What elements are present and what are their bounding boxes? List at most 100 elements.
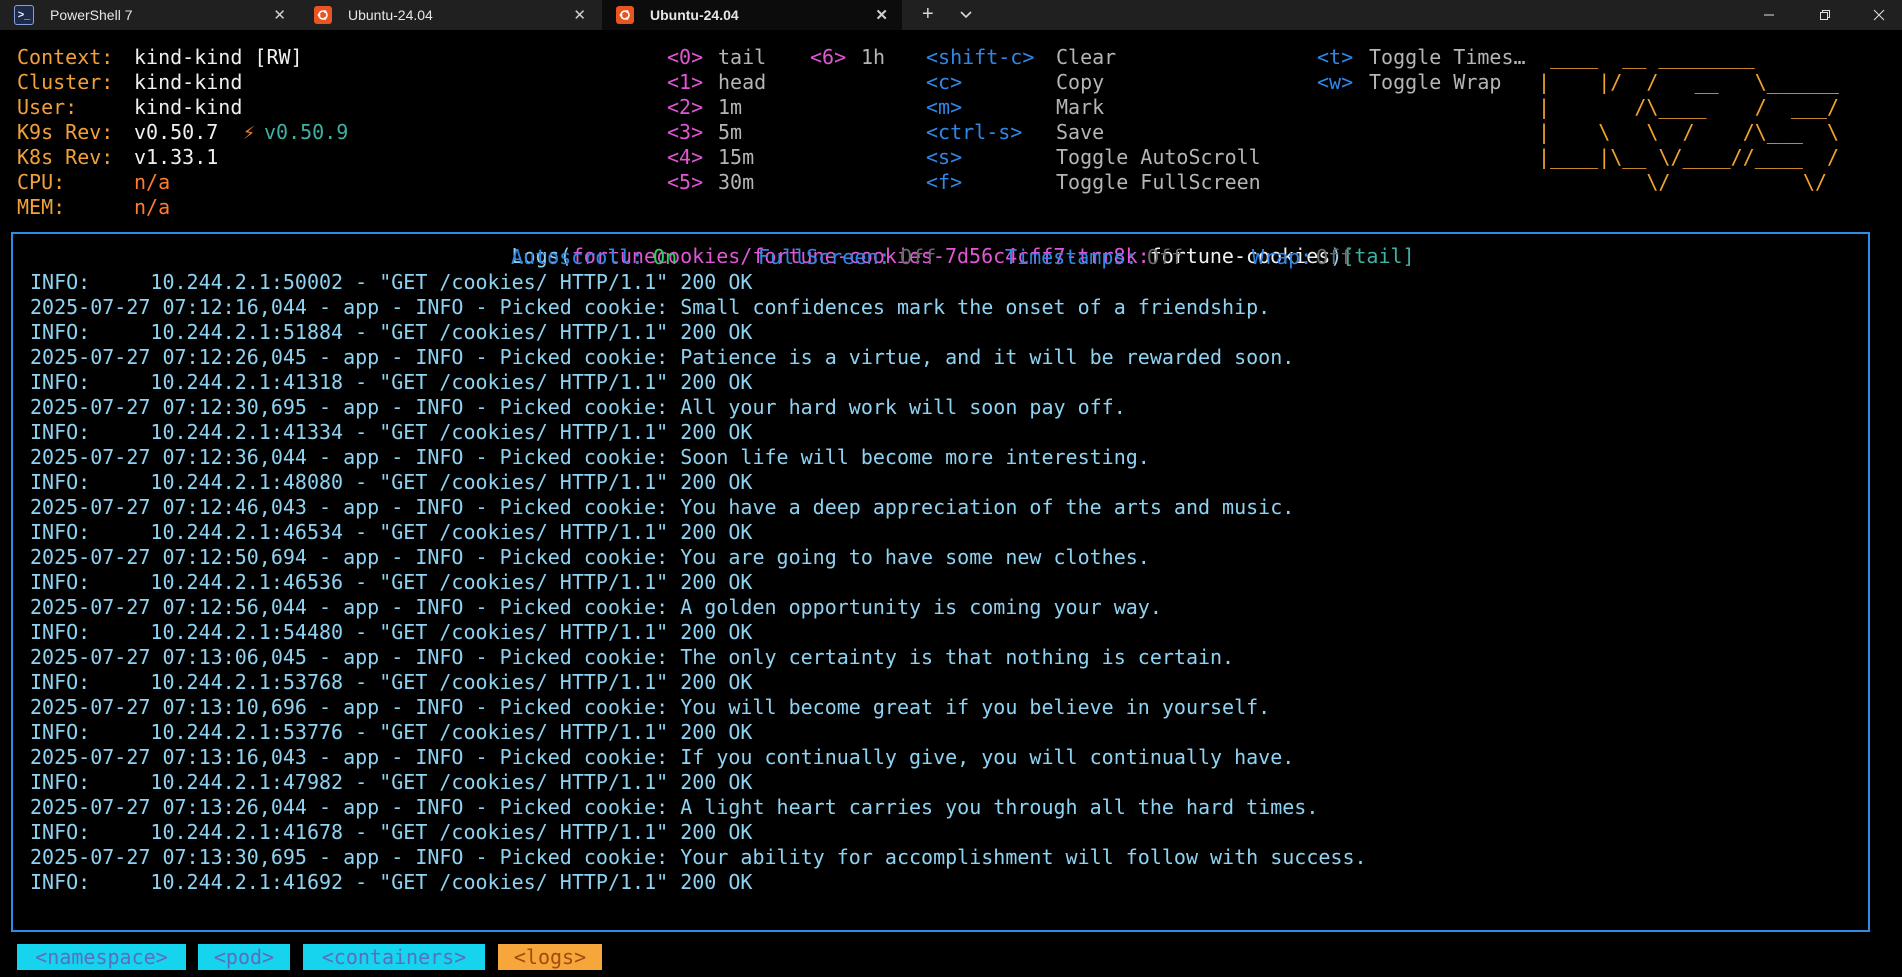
k9s-rev-value: v0.50.7 bbox=[134, 120, 219, 144]
lightning-icon: ⚡ bbox=[243, 120, 256, 144]
close-icon[interactable]: ✕ bbox=[273, 6, 286, 24]
shortcut-key: <ctrl-s> bbox=[926, 120, 1023, 144]
powershell-icon: >_ bbox=[14, 5, 34, 25]
mem-label: MEM: bbox=[17, 195, 66, 219]
tab-ubuntu-2[interactable]: Ubuntu-24.04 ✕ bbox=[602, 0, 902, 30]
logo-line: ____ __ ________ bbox=[1538, 45, 1755, 69]
context-value: kind-kind [RW] bbox=[134, 45, 303, 69]
user-value: kind-kind bbox=[134, 95, 243, 119]
logo-line: | |/ / __ \______ bbox=[1538, 70, 1840, 94]
cluster-label: Cluster: bbox=[17, 70, 114, 94]
log-line: INFO: 10.244.2.1:53768 - "GET /cookies/ … bbox=[30, 670, 753, 694]
shortcut-key: <shift-c> bbox=[926, 45, 1035, 69]
shortcut-label: 1h bbox=[861, 45, 886, 69]
k9s-rev-label: K9s Rev: bbox=[17, 120, 114, 144]
shortcut-key: <t> bbox=[1317, 45, 1354, 69]
logo-line: |____|\__ \/____//____ / bbox=[1538, 145, 1840, 169]
shortcut-label: 15m bbox=[718, 145, 755, 169]
shortcut-key: <5> bbox=[667, 170, 704, 194]
shortcut-key: <0> bbox=[667, 45, 704, 69]
autoscroll-label: Autoscroll: bbox=[511, 245, 644, 269]
shortcut-key: <m> bbox=[926, 95, 963, 119]
log-line: 2025-07-27 07:12:56,044 - app - INFO - P… bbox=[30, 595, 1162, 619]
log-line: 2025-07-27 07:13:26,044 - app - INFO - P… bbox=[30, 795, 1319, 819]
k9s-update-value: v0.50.9 bbox=[264, 120, 349, 144]
shortcut-key: <2> bbox=[667, 95, 704, 119]
shortcut-label: tail bbox=[718, 45, 767, 69]
log-line: 2025-07-27 07:13:10,696 - app - INFO - P… bbox=[30, 695, 1271, 719]
wrap-value: Off bbox=[1316, 245, 1353, 269]
logo-line: | \ \ / /\___ \ bbox=[1538, 120, 1840, 144]
shortcut-label: Save bbox=[1056, 120, 1105, 144]
minimize-icon[interactable] bbox=[1746, 0, 1792, 30]
log-line: INFO: 10.244.2.1:50002 - "GET /cookies/ … bbox=[30, 270, 753, 294]
shortcut-label: Toggle FullScreen bbox=[1056, 170, 1261, 194]
tab-label: PowerShell 7 bbox=[50, 7, 133, 23]
log-line: 2025-07-27 07:12:46,043 - app - INFO - P… bbox=[30, 495, 1295, 519]
log-line: INFO: 10.244.2.1:53776 - "GET /cookies/ … bbox=[30, 720, 753, 744]
shortcut-key: <w> bbox=[1317, 70, 1354, 94]
shortcut-label: Toggle Wrap bbox=[1369, 70, 1502, 94]
shortcut-key: <6> bbox=[810, 45, 847, 69]
shortcut-label: 5m bbox=[718, 120, 743, 144]
close-window-icon[interactable] bbox=[1856, 0, 1902, 30]
log-line: INFO: 10.244.2.1:48080 - "GET /cookies/ … bbox=[30, 470, 753, 494]
log-line: 2025-07-27 07:13:16,043 - app - INFO - P… bbox=[30, 745, 1295, 769]
shortcut-key: <4> bbox=[667, 145, 704, 169]
logs-title-mode: [tail] bbox=[1342, 244, 1415, 268]
cpu-label: CPU: bbox=[17, 170, 66, 194]
shortcut-key: <3> bbox=[667, 120, 704, 144]
logs-title: Logs(fortunecookies/fortune-cookies-7d56… bbox=[0, 219, 1902, 269]
restore-icon[interactable] bbox=[1802, 0, 1848, 30]
tab-powershell[interactable]: >_ PowerShell 7 ✕ bbox=[0, 0, 300, 30]
shortcut-label: 30m bbox=[718, 170, 755, 194]
k8s-rev-value: v1.33.1 bbox=[134, 145, 219, 169]
log-line: INFO: 10.244.2.1:46536 - "GET /cookies/ … bbox=[30, 570, 753, 594]
breadcrumb-pod[interactable]: <pod> bbox=[198, 944, 290, 970]
log-line: INFO: 10.244.2.1:46534 - "GET /cookies/ … bbox=[30, 520, 753, 544]
timestamps-value: Off bbox=[1147, 245, 1184, 269]
shortcut-label: Clear bbox=[1056, 45, 1117, 69]
tab-label: Ubuntu-24.04 bbox=[650, 7, 739, 23]
log-line: 2025-07-27 07:12:30,695 - app - INFO - P… bbox=[30, 395, 1126, 419]
shortcut-key: <f> bbox=[926, 170, 963, 194]
log-line: 2025-07-27 07:12:36,044 - app - INFO - P… bbox=[30, 445, 1150, 469]
cpu-value: n/a bbox=[134, 170, 171, 194]
close-icon[interactable]: ✕ bbox=[573, 6, 586, 24]
log-line: INFO: 10.244.2.1:51884 - "GET /cookies/ … bbox=[30, 320, 753, 344]
fullscreen-label: FullScreen: bbox=[758, 245, 891, 269]
tab-bar: >_ PowerShell 7 ✕ Ubuntu-24.04 ✕ Ubuntu-… bbox=[0, 0, 1902, 30]
log-line: INFO: 10.244.2.1:41678 - "GET /cookies/ … bbox=[30, 820, 753, 844]
shortcut-key: <1> bbox=[667, 70, 704, 94]
shortcut-label: Copy bbox=[1056, 70, 1105, 94]
log-line: INFO: 10.244.2.1:54480 - "GET /cookies/ … bbox=[30, 620, 753, 644]
shortcut-key: <s> bbox=[926, 145, 963, 169]
ubuntu-icon bbox=[314, 6, 332, 24]
breadcrumb-containers[interactable]: <containers> bbox=[303, 944, 485, 970]
shortcut-label: Toggle Times… bbox=[1369, 45, 1526, 69]
log-line: INFO: 10.244.2.1:47982 - "GET /cookies/ … bbox=[30, 770, 753, 794]
shortcut-label: 1m bbox=[718, 95, 743, 119]
logo-line: | /\____ / ___/ bbox=[1538, 95, 1840, 119]
shortcut-label: Toggle AutoScroll bbox=[1056, 145, 1261, 169]
chevron-down-icon[interactable] bbox=[958, 6, 974, 22]
new-tab-icon[interactable]: + bbox=[922, 3, 934, 26]
cluster-value: kind-kind bbox=[134, 70, 243, 94]
log-line: INFO: 10.244.2.1:41334 - "GET /cookies/ … bbox=[30, 420, 753, 444]
breadcrumb-logs[interactable]: <logs> bbox=[498, 944, 602, 970]
log-line: 2025-07-27 07:12:16,044 - app - INFO - P… bbox=[30, 295, 1271, 319]
log-line: INFO: 10.244.2.1:41692 - "GET /cookies/ … bbox=[30, 870, 753, 894]
tab-ubuntu-1[interactable]: Ubuntu-24.04 ✕ bbox=[300, 0, 600, 30]
shortcut-label: Mark bbox=[1056, 95, 1105, 119]
context-label: Context: bbox=[17, 45, 114, 69]
log-line: 2025-07-27 07:13:30,695 - app - INFO - P… bbox=[30, 845, 1367, 869]
shortcut-label: head bbox=[718, 70, 767, 94]
log-line: 2025-07-27 07:12:50,694 - app - INFO - P… bbox=[30, 545, 1150, 569]
breadcrumb-namespace[interactable]: <namespace> bbox=[17, 944, 186, 970]
close-icon[interactable]: ✕ bbox=[875, 6, 888, 24]
fullscreen-value: Off bbox=[900, 245, 937, 269]
k8s-rev-label: K8s Rev: bbox=[17, 145, 114, 169]
timestamps-label: Timestamps: bbox=[1005, 245, 1138, 269]
log-line: INFO: 10.244.2.1:41318 - "GET /cookies/ … bbox=[30, 370, 753, 394]
tab-label: Ubuntu-24.04 bbox=[348, 7, 433, 23]
